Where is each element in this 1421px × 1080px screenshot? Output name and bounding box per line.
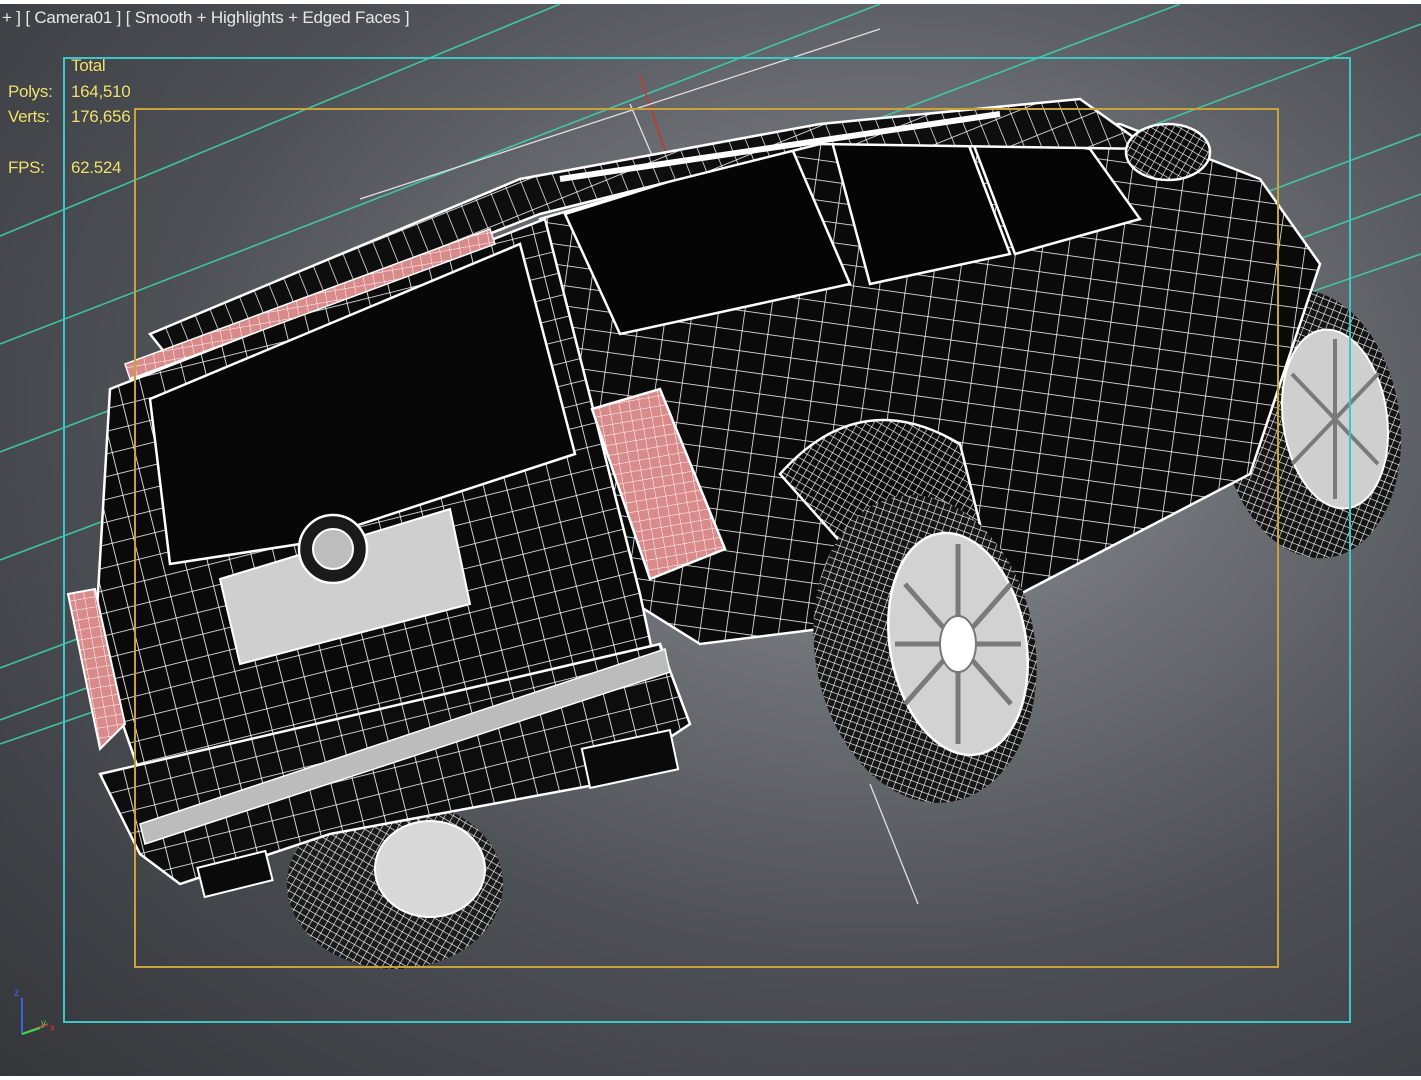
camera-viewport[interactable]: + ] [ Camera01 ] [ Smooth + Highlights +… bbox=[0, 4, 1421, 1076]
wireframe-scene[interactable] bbox=[0, 4, 1421, 1076]
camera-menu-button[interactable]: [ Camera01 ] bbox=[25, 8, 121, 27]
shading-menu-button[interactable]: [ Smooth + Highlights + Edged Faces ] bbox=[126, 8, 410, 27]
gizmo-x-label: x bbox=[50, 1023, 55, 1034]
gizmo-z-label: z bbox=[14, 987, 20, 999]
viewport-bottom-border bbox=[0, 1076, 1421, 1080]
stats-total-header: Total bbox=[71, 56, 106, 75]
axis-tripod-icon: z y x bbox=[14, 987, 55, 1035]
viewport-menu-button[interactable]: + ] bbox=[2, 8, 21, 27]
stats-fps-label: FPS: bbox=[8, 158, 45, 177]
stats-verts-label: Verts: bbox=[8, 107, 50, 126]
gizmo-y-label: y bbox=[41, 1018, 46, 1029]
stats-verts-value: 176,656 bbox=[71, 107, 131, 126]
stats-polys-label: Polys: bbox=[8, 82, 53, 101]
stats-fps-value: 62.524 bbox=[71, 158, 122, 177]
viewport-label: + ] [ Camera01 ] [ Smooth + Highlights +… bbox=[2, 8, 410, 28]
side-mirror bbox=[1124, 122, 1212, 182]
stats-polys-value: 164,510 bbox=[71, 82, 131, 101]
